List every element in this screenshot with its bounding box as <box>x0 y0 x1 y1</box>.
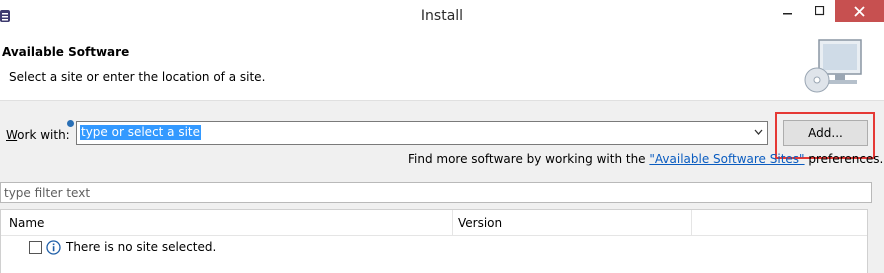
filter-placeholder: type filter text <box>4 186 91 200</box>
add-site-button[interactable]: Add... <box>783 120 868 146</box>
table-row[interactable]: There is no site selected. <box>1 237 867 257</box>
page-title: Available Software <box>2 45 130 59</box>
wizard-header: Available Software Select a site or ente… <box>0 34 884 101</box>
available-software-sites-link[interactable]: "Available Software Sites" <box>649 152 804 166</box>
column-name[interactable]: Name <box>9 216 44 230</box>
column-separator[interactable] <box>452 210 453 236</box>
chevron-down-icon[interactable] <box>754 129 763 136</box>
install-monitor-cd-icon <box>804 39 862 93</box>
find-more-text: Find more software by working with the "… <box>408 152 884 166</box>
maximize-button[interactable] <box>805 0 835 22</box>
maximize-icon <box>814 5 825 16</box>
info-decoration-icon <box>67 120 74 127</box>
window-titlebar: Install <box>0 0 884 34</box>
window-title: Install <box>420 8 464 24</box>
wizard-body: Work with: type or select a site Add... … <box>0 101 884 273</box>
info-icon <box>46 240 61 255</box>
work-with-label: Work with: <box>6 128 70 142</box>
software-table: Name Version There is no site selected. <box>0 209 868 273</box>
page-description: Select a site or enter the location of a… <box>9 70 266 84</box>
row-checkbox[interactable] <box>29 241 42 254</box>
close-icon <box>854 6 865 17</box>
row-name: There is no site selected. <box>66 240 217 254</box>
filter-input[interactable]: type filter text <box>0 182 872 203</box>
column-separator[interactable] <box>691 210 692 236</box>
column-version[interactable]: Version <box>458 216 502 230</box>
work-with-combo[interactable]: type or select a site <box>76 121 768 145</box>
minimize-icon <box>782 13 792 15</box>
close-button[interactable] <box>835 0 884 22</box>
table-header: Name Version <box>1 210 867 236</box>
add-site-button-label: Add... <box>808 126 843 140</box>
work-with-value: type or select a site <box>80 125 202 140</box>
minimize-button[interactable] <box>770 0 805 22</box>
